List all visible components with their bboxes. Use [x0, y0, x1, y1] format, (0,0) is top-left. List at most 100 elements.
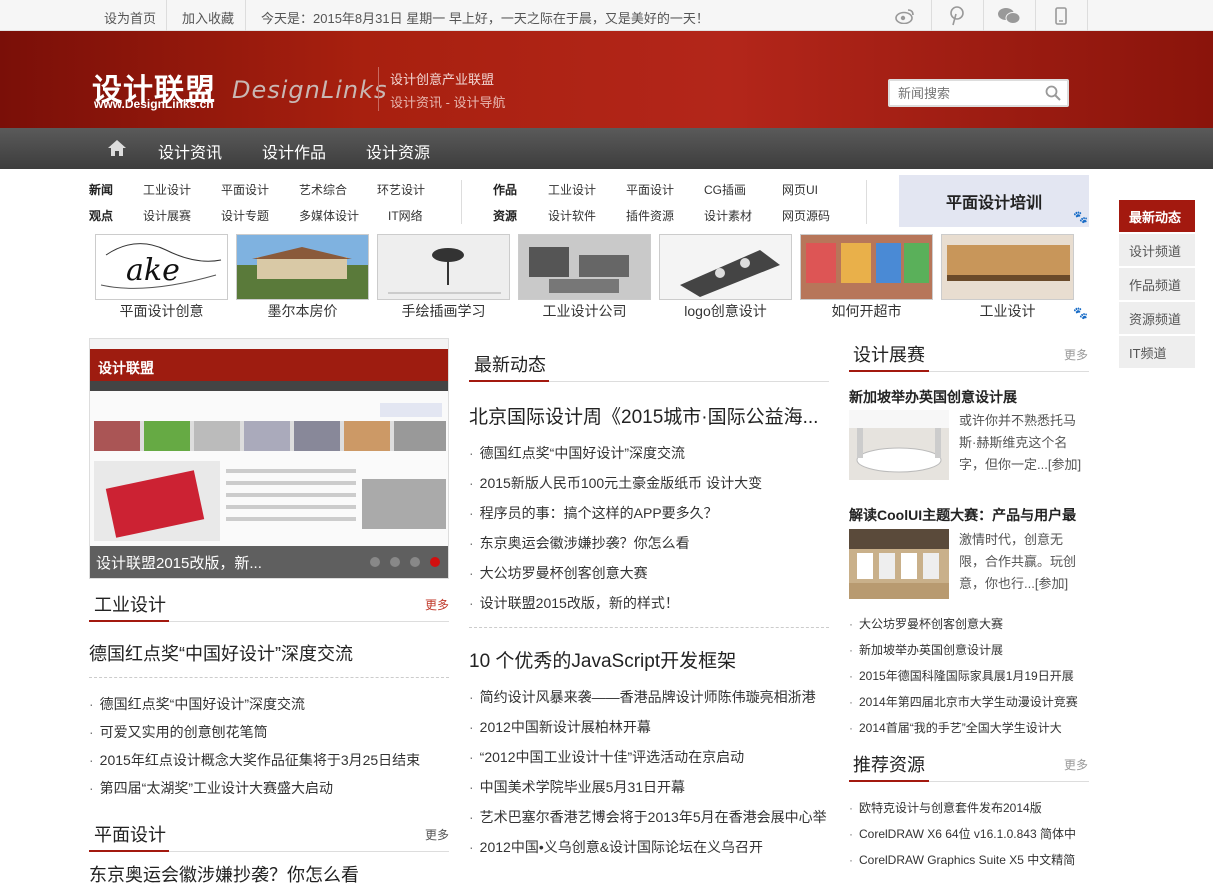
- list-item[interactable]: 新加坡举办英国创意设计展: [849, 641, 1079, 658]
- header-banner: 设计联盟 www.DesignLinks.cn DesignLinks 设计创意…: [0, 31, 1213, 128]
- cat-link[interactable]: 网页UI: [782, 181, 818, 198]
- list-item[interactable]: 2012中国•义乌创意&设计国际论坛在义乌召开: [469, 837, 829, 857]
- thumbnail-caption[interactable]: 墨尔本房价: [236, 301, 369, 321]
- slide-dot[interactable]: [390, 557, 400, 567]
- cat-link[interactable]: 设计展赛: [143, 207, 191, 224]
- nav-design-news[interactable]: 设计资讯: [158, 139, 222, 163]
- list-item[interactable]: 简约设计风暴来袭——香港品牌设计师陈伟璇亮相浙港: [469, 687, 829, 707]
- list-item[interactable]: 欧特克设计与创意套件发布2014版: [849, 799, 1079, 816]
- divider: [469, 627, 829, 628]
- section-underline: [89, 850, 169, 852]
- section-title-industrial[interactable]: 工业设计: [94, 591, 166, 617]
- pinterest-icon[interactable]: [931, 0, 983, 31]
- cat-link[interactable]: IT网络: [388, 207, 423, 224]
- side-tab-it[interactable]: IT频道: [1119, 336, 1195, 368]
- thumbnail-image[interactable]: [236, 234, 369, 300]
- thumbnail-image[interactable]: [941, 234, 1074, 300]
- list-item[interactable]: 2015年德国科隆国际家具展1月19日开展: [849, 667, 1079, 684]
- list-item[interactable]: 程序员的事：搞个这样的APP要多久？: [469, 503, 829, 523]
- weibo-icon[interactable]: [879, 0, 931, 31]
- section-headline[interactable]: 德国红点奖“中国好设计”深度交流: [89, 640, 353, 666]
- set-home-link[interactable]: 设为首页: [104, 8, 156, 27]
- list-item[interactable]: CorelDRAW X6 64位 v16.1.0.843 简体中: [849, 825, 1079, 842]
- thumbnail-image[interactable]: [659, 234, 792, 300]
- side-tab-works[interactable]: 作品频道: [1119, 268, 1195, 300]
- thumbnail-caption[interactable]: 手绘插画学习: [377, 301, 510, 321]
- more-link[interactable]: 更多: [1064, 756, 1088, 773]
- thumbnail-caption[interactable]: 平面设计创意: [95, 301, 228, 321]
- cat-link[interactable]: 插件资源: [626, 207, 674, 224]
- list-item[interactable]: 大公坊罗曼杯创客创意大赛: [849, 615, 1079, 632]
- thumbnail-caption[interactable]: 如何开超市: [800, 301, 933, 321]
- list-item[interactable]: 2014首届“我的手艺”全国大学生设计大: [849, 719, 1079, 736]
- cat-link[interactable]: 多媒体设计: [299, 207, 359, 224]
- section-title-contests[interactable]: 设计展赛: [853, 341, 925, 367]
- cat-link[interactable]: 工业设计: [548, 181, 596, 198]
- cat-link[interactable]: 平面设计: [626, 181, 674, 198]
- section-title-resources[interactable]: 推荐资源: [853, 751, 925, 777]
- list-item[interactable]: 2015年红点设计概念大奖作品征集将于3月25日结束: [89, 750, 449, 770]
- list-item[interactable]: 中国美术学院毕业展5月31日开幕: [469, 777, 829, 797]
- cat-link[interactable]: 环艺设计: [377, 181, 425, 198]
- cat-link[interactable]: 平面设计: [221, 181, 269, 198]
- mobile-icon[interactable]: [1035, 0, 1087, 31]
- slide-dot[interactable]: [410, 557, 420, 567]
- section-headline[interactable]: 东京奥运会徽涉嫌抄袭？你怎么看: [89, 861, 359, 887]
- list-item[interactable]: 2015新版人民币100元土豪金版纸币 设计大变: [469, 473, 829, 493]
- thumbnail-caption[interactable]: 工业设计: [941, 301, 1074, 321]
- cat-link[interactable]: 设计专题: [221, 207, 269, 224]
- news-headline[interactable]: 北京国际设计周《2015城市·国际公益海...: [469, 402, 829, 429]
- cat-link[interactable]: 设计软件: [548, 207, 596, 224]
- contest-title[interactable]: 解读CoolUI主题大赛：产品与用户最: [849, 505, 1076, 525]
- news-headline[interactable]: 10 个优秀的JavaScript开发框架: [469, 646, 736, 673]
- list-item[interactable]: 第四届“太湖奖”工业设计大赛盛大启动: [89, 778, 449, 798]
- list-item[interactable]: 东京奥运会徽涉嫌抄袭？你怎么看: [469, 533, 829, 553]
- list-item[interactable]: 设计联盟2015改版，新的样式！: [469, 593, 829, 613]
- list-item[interactable]: CorelDRAW Graphics Suite X5 中文精简: [849, 851, 1079, 868]
- divider: [166, 0, 167, 31]
- section-title-graphic[interactable]: 平面设计: [94, 821, 166, 847]
- list-item[interactable]: 德国红点奖“中国好设计”深度交流: [469, 443, 829, 463]
- slideshow[interactable]: 设计联盟 设计联盟2015改版，新...: [89, 338, 449, 579]
- list-item[interactable]: 可爱又实用的创意刨花笔筒: [89, 722, 449, 742]
- nav-design-works[interactable]: 设计作品: [262, 139, 326, 163]
- cat-link[interactable]: 工业设计: [143, 181, 191, 198]
- thumbnail-image[interactable]: [800, 234, 933, 300]
- section-title-latest[interactable]: 最新动态: [474, 351, 546, 377]
- contest-title[interactable]: 新加坡举办英国创意设计展: [849, 387, 1017, 407]
- more-link[interactable]: 更多: [1064, 346, 1088, 363]
- more-link[interactable]: 更多: [425, 826, 449, 843]
- home-icon[interactable]: [107, 139, 127, 160]
- promo-banner[interactable]: 平面设计培训: [899, 175, 1089, 227]
- slide-image: 设计联盟: [90, 339, 448, 541]
- cat-link[interactable]: 设计素材: [704, 207, 752, 224]
- slide-dot-active[interactable]: [430, 557, 440, 567]
- cat-link[interactable]: CG插画: [704, 181, 746, 198]
- search-icon[interactable]: [1045, 85, 1061, 104]
- thumbnail-image[interactable]: [518, 234, 651, 300]
- cat-link[interactable]: 艺术综合: [299, 181, 347, 198]
- more-link[interactable]: 更多: [425, 596, 449, 613]
- cat-head-views: 观点: [89, 209, 114, 223]
- list-item[interactable]: 艺术巴塞尔香港艺博会将于2013年5月在香港会展中心举: [469, 807, 829, 827]
- slide-dot[interactable]: [370, 557, 380, 567]
- bookmark-link[interactable]: 加入收藏: [182, 8, 234, 27]
- contest-image[interactable]: [849, 410, 949, 480]
- cat-link[interactable]: 网页源码: [782, 207, 830, 224]
- thumbnail-image[interactable]: ake: [95, 234, 228, 300]
- list-item[interactable]: 德国红点奖“中国好设计”深度交流: [89, 694, 449, 714]
- thumbnail-caption[interactable]: 工业设计公司: [518, 301, 651, 321]
- list-item[interactable]: “2012中国工业设计十佳”评选活动在京启动: [469, 747, 829, 767]
- contest-image[interactable]: [849, 529, 949, 599]
- search-input[interactable]: [890, 81, 1038, 105]
- wechat-icon[interactable]: [983, 0, 1035, 31]
- side-tab-latest[interactable]: 最新动态: [1119, 200, 1195, 232]
- list-item[interactable]: 2012中国新设计展柏林开幕: [469, 717, 829, 737]
- thumbnail-image[interactable]: [377, 234, 510, 300]
- list-item[interactable]: 大公坊罗曼杯创客创意大赛: [469, 563, 829, 583]
- side-tab-resources[interactable]: 资源频道: [1119, 302, 1195, 334]
- side-tab-design[interactable]: 设计频道: [1119, 234, 1195, 266]
- list-item[interactable]: 2014年第四届北京市大学生动漫设计竞赛: [849, 693, 1079, 710]
- nav-design-resources[interactable]: 设计资源: [366, 139, 430, 163]
- thumbnail-caption[interactable]: logo创意设计: [659, 301, 792, 321]
